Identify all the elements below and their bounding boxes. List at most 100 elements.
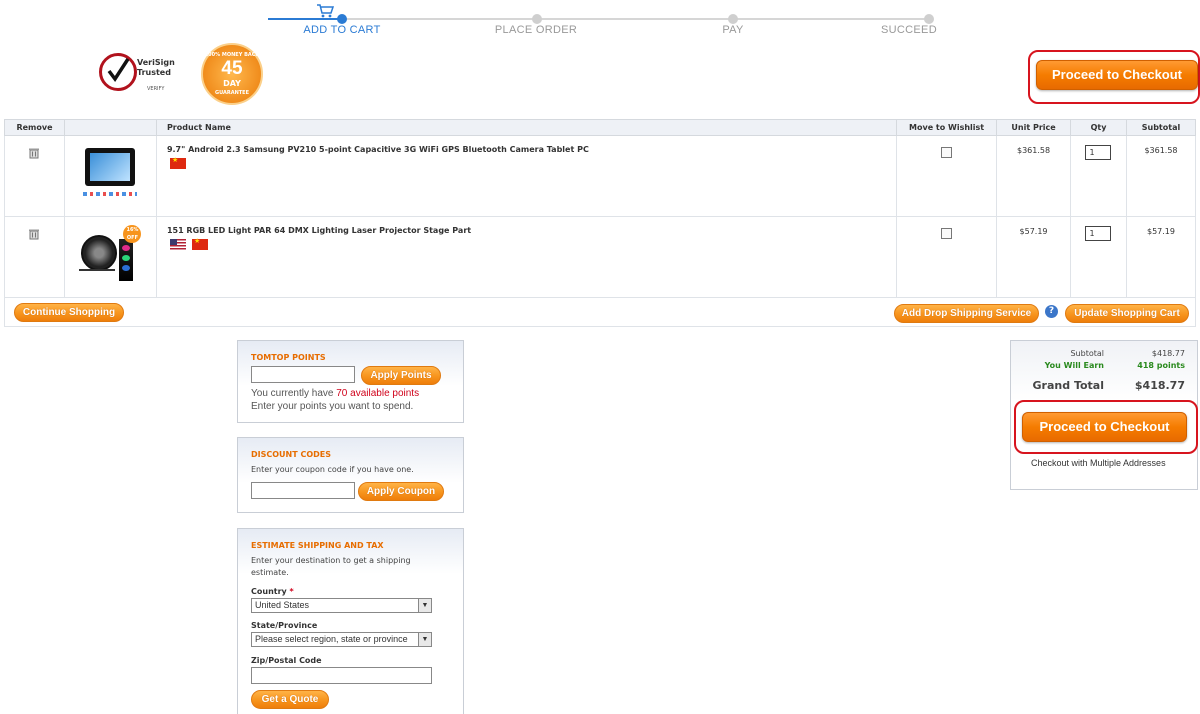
proceed-to-checkout-button[interactable]: Proceed to Checkout xyxy=(1022,412,1187,442)
verisign-badge[interactable]: VeriSign Trusted VERIFY xyxy=(99,50,183,96)
wishlist-cell xyxy=(896,135,998,217)
header-remove: Remove xyxy=(4,119,65,136)
step-succeed: SUCCEED xyxy=(881,24,937,36)
update-shopping-cart-button[interactable]: Update Shopping Cart xyxy=(1065,304,1189,323)
subtotal-cell: $361.58 xyxy=(1125,135,1197,217)
discount-instruction: Enter your coupon code if you have one. xyxy=(251,465,414,474)
unit-price: $361.58 xyxy=(1016,146,1051,155)
verisign-verify-text: VERIFY xyxy=(147,86,165,92)
points-balance-text: You currently have 70 available points xyxy=(251,388,419,399)
money-back-day: DAY xyxy=(223,79,241,88)
table-row: 9.7" Android 2.3 Samsung PV210 5-point C… xyxy=(4,135,1197,217)
product-name-link[interactable]: 9.7" Android 2.3 Samsung PV210 5-point C… xyxy=(167,145,896,154)
product-image-cell: 16% OFF xyxy=(63,216,157,298)
help-icon[interactable]: ? xyxy=(1045,305,1058,318)
cart-table: Remove Product Name Move to Wishlist Uni… xyxy=(4,119,1197,298)
money-back-days: 45 xyxy=(221,58,243,79)
wishlist-checkbox[interactable] xyxy=(941,228,953,239)
discount-badge: 16% OFF xyxy=(123,225,142,243)
progress-line-done xyxy=(268,18,342,20)
checkout-progress: ADD TO CART PLACE ORDER PAY SUCCEED xyxy=(0,0,1200,40)
country-label: Country * xyxy=(251,587,294,596)
progress-line-remaining xyxy=(342,18,930,20)
table-row: 16% OFF 151 RGB LED Light PAR 64 DMX Lig… xyxy=(4,216,1197,298)
earn-value: 418 points xyxy=(1137,361,1185,370)
qty-input[interactable]: 1 xyxy=(1085,226,1112,241)
subtotal-value: $418.77 xyxy=(1151,349,1185,358)
country-select[interactable]: United States ▼ xyxy=(251,598,432,613)
points-text-prefix: You currently have xyxy=(251,388,337,399)
get-a-quote-button[interactable]: Get a Quote xyxy=(251,690,329,709)
verisign-text-2: Trusted xyxy=(137,68,171,77)
trash-icon[interactable] xyxy=(28,228,40,240)
shipping-instruction-2: estimate. xyxy=(251,568,289,577)
money-back-badge: 100% MONEY BACK 45 DAY GUARANTEE xyxy=(201,43,263,105)
product-name-link[interactable]: 151 RGB LED Light PAR 64 DMX Lighting La… xyxy=(167,226,896,235)
cart-icon xyxy=(316,3,335,18)
state-value: Please select region, state or province xyxy=(255,634,408,644)
product-image-cell xyxy=(63,135,157,217)
unit-price-cell: $361.58 xyxy=(996,135,1072,217)
step-place-order: PLACE ORDER xyxy=(494,24,578,36)
zip-input[interactable] xyxy=(251,667,432,684)
progress-dot-succeed xyxy=(924,14,934,24)
state-label: State/Province xyxy=(251,621,318,630)
apply-points-button[interactable]: Apply Points xyxy=(361,366,441,385)
header-qty: Qty xyxy=(1070,119,1127,136)
grand-total-label: Grand Total xyxy=(1032,379,1104,392)
cn-flag-icon xyxy=(191,237,208,250)
cart-header-row: Remove Product Name Move to Wishlist Uni… xyxy=(4,119,1197,136)
progress-dot-place-order xyxy=(532,14,542,24)
step-pay: PAY xyxy=(722,24,744,36)
chevron-down-icon: ▼ xyxy=(418,633,431,646)
points-panel: TOMTOP POINTS Apply Points You currently… xyxy=(237,340,464,423)
row-subtotal: $57.19 xyxy=(1146,227,1175,236)
discount-panel: DISCOUNT CODES Enter your coupon code if… xyxy=(237,437,464,513)
earn-label: You Will Earn xyxy=(1044,361,1104,370)
add-drop-shipping-button[interactable]: Add Drop Shipping Service xyxy=(894,304,1039,323)
required-mark: * xyxy=(289,587,294,596)
trash-icon[interactable] xyxy=(28,147,40,159)
available-points: 70 available points xyxy=(336,388,420,399)
points-title: TOMTOP POINTS xyxy=(251,353,326,362)
coupon-input[interactable] xyxy=(251,482,355,499)
shipping-panel: ESTIMATE SHIPPING AND TAX Enter your des… xyxy=(237,528,464,714)
qty-input[interactable]: 1 xyxy=(1085,145,1112,160)
header-image xyxy=(63,119,157,136)
cn-flag-icon xyxy=(169,156,186,169)
progress-dot-add-to-cart xyxy=(337,14,347,24)
grand-total-value: $418.77 xyxy=(1134,379,1185,392)
row-subtotal: $361.58 xyxy=(1144,146,1178,155)
wishlist-cell xyxy=(896,216,998,298)
tablet-image[interactable] xyxy=(79,146,141,202)
header-move-to-wishlist: Move to Wishlist xyxy=(896,119,998,136)
points-input[interactable] xyxy=(251,366,355,383)
state-select[interactable]: Please select region, state or province … xyxy=(251,632,432,647)
remove-cell xyxy=(4,216,65,298)
points-instruction: Enter your points you want to spend. xyxy=(251,401,414,412)
product-name-cell: 9.7" Android 2.3 Samsung PV210 5-point C… xyxy=(155,135,898,217)
wishlist-checkbox[interactable] xyxy=(941,147,953,158)
header-subtotal: Subtotal xyxy=(1125,119,1197,136)
unit-price: $57.19 xyxy=(1019,227,1048,236)
unit-price-cell: $57.19 xyxy=(996,216,1072,298)
discount-title: DISCOUNT CODES xyxy=(251,450,332,459)
apply-coupon-button[interactable]: Apply Coupon xyxy=(358,482,444,501)
zip-label: Zip/Postal Code xyxy=(251,656,322,665)
country-value: United States xyxy=(255,600,310,610)
country-label-text: Country xyxy=(251,587,287,596)
us-flag-icon xyxy=(169,239,186,250)
qty-cell: 1 xyxy=(1070,135,1127,217)
progress-dot-pay xyxy=(728,14,738,24)
proceed-to-checkout-button-top[interactable]: Proceed to Checkout xyxy=(1036,60,1198,90)
stage-light-image[interactable]: 16% OFF xyxy=(75,225,145,285)
subtotal-label: Subtotal xyxy=(1070,349,1104,358)
continue-shopping-button[interactable]: Continue Shopping xyxy=(14,303,124,322)
header-unit-price: Unit Price xyxy=(996,119,1072,136)
money-back-bottom-text: GUARANTEE xyxy=(214,90,250,96)
multiple-addresses-link[interactable]: Checkout with Multiple Addresses xyxy=(1031,458,1166,468)
verisign-check-icon xyxy=(99,53,137,91)
product-name-cell: 151 RGB LED Light PAR 64 DMX Lighting La… xyxy=(155,216,898,298)
verisign-text-1: VeriSign xyxy=(137,58,175,67)
subtotal-cell: $57.19 xyxy=(1125,216,1197,298)
